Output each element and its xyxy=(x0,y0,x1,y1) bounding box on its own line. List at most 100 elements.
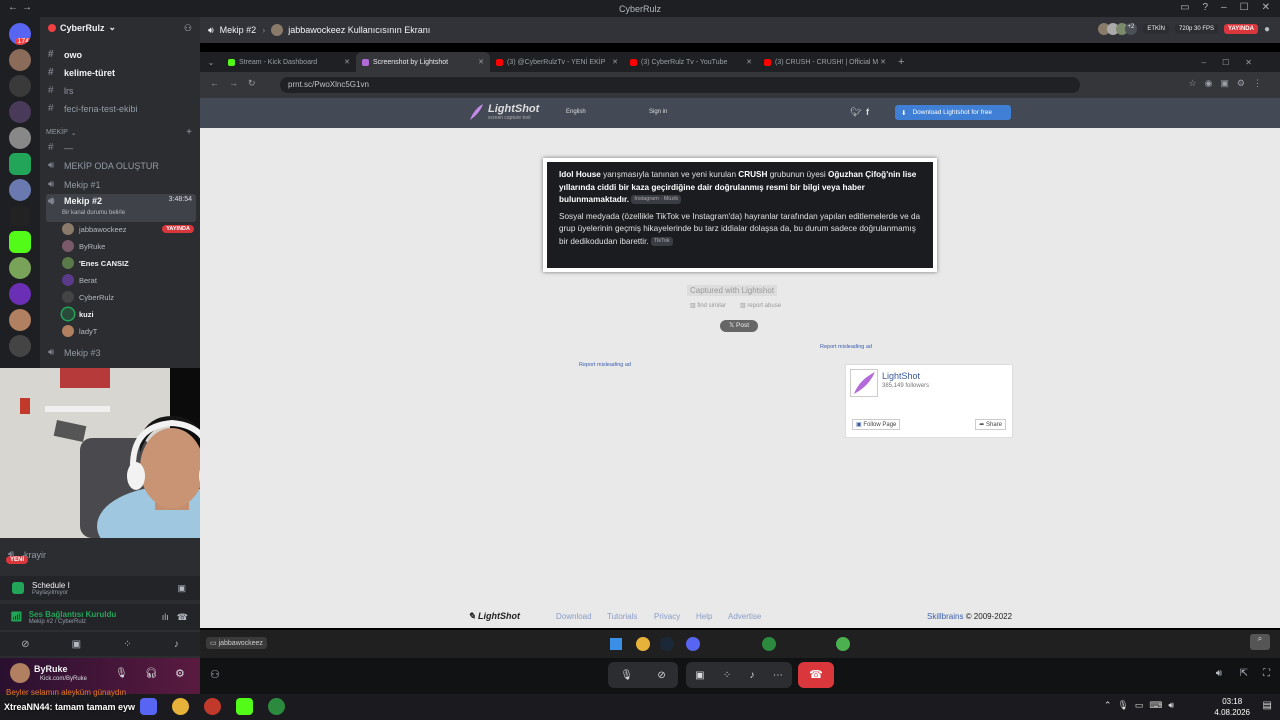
tab-youtube[interactable]: (3) CRUSH - CRUSH! | Official M ✕ xyxy=(758,52,892,72)
maximize-icon[interactable]: ☐ xyxy=(1240,2,1249,13)
inbox-icon[interactable]: ▭ xyxy=(1180,2,1189,13)
server-icon[interactable] xyxy=(9,309,31,331)
clock[interactable]: 03:18 4.08.2026 xyxy=(1214,696,1250,718)
event-panel[interactable]: Schedule I Paylaşılmıyor ▣ xyxy=(0,576,200,600)
tray-icons[interactable]: ⌃🎙︎▭⌨🔊︎ xyxy=(1104,700,1180,711)
facebook-icon[interactable]: f xyxy=(866,107,869,117)
close-tab-icon[interactable]: ✕ xyxy=(478,58,484,66)
footer-link[interactable]: Help xyxy=(696,612,712,621)
server-icon[interactable] xyxy=(9,283,31,305)
voice-user[interactable]: 'Enes CANSIZ xyxy=(62,255,194,271)
channel-krayir[interactable]: 🔊︎ krayir xyxy=(6,546,196,563)
voice-channel-mekip3[interactable]: 🔊︎ Mekip #3 xyxy=(46,344,196,361)
microphone-icon[interactable]: 🎙︎ xyxy=(620,670,633,681)
channel-owo[interactable]: # owo xyxy=(46,46,196,63)
voice-user[interactable]: CyberRulz xyxy=(62,289,194,305)
fullscreen-icon[interactable]: ⛶ xyxy=(1263,668,1270,679)
soundboard-icon[interactable]: ılı xyxy=(162,612,169,622)
voice-channel-mekip1[interactable]: 🔊︎ Mekip #1 xyxy=(46,176,196,193)
close-tab-icon[interactable]: ✕ xyxy=(880,58,886,66)
fb-share-button[interactable]: ➦ Share xyxy=(975,419,1006,430)
chat-icon[interactable]: ● xyxy=(1264,24,1270,35)
voice-channel-mekip2[interactable]: 🔊︎ Mekip #2 3:48:54 Bir kanal durumu bel… xyxy=(46,194,196,222)
report-ad-link[interactable]: Report misleading ad xyxy=(579,362,631,368)
guild-header[interactable]: CyberRulz ⌄ xyxy=(48,22,116,33)
signal-icon[interactable]: 📶︎ xyxy=(10,612,23,623)
server-icon[interactable] xyxy=(9,179,31,201)
footer-link[interactable]: Download xyxy=(556,612,592,621)
find-similar-link[interactable]: ▥ find similar xyxy=(690,302,726,309)
tab-kick[interactable]: Stream - Kick Dashboard ✕ xyxy=(222,52,356,72)
voice-channel-create[interactable]: 🔊︎ MEKİP ODA OLUŞTUR xyxy=(46,157,196,174)
activities-icon[interactable]: ⁘ xyxy=(723,670,731,681)
fb-follow-button[interactable]: ▣ Follow Page xyxy=(852,419,901,430)
nav-arrows-icon[interactable]: ←→ xyxy=(8,2,36,13)
channel-feci-fena[interactable]: # feci-fena-test-ekibi xyxy=(46,100,196,117)
activities-icon[interactable]: ⁘ xyxy=(123,639,131,650)
footer-logo[interactable]: ✎ LightShot xyxy=(468,611,520,622)
channel-status[interactable]: Bir kanal durumu belirle xyxy=(62,210,125,216)
url-input[interactable]: prnt.sc/PwoXlnc5G1vn xyxy=(280,77,1080,93)
discord-home-icon[interactable]: 174 xyxy=(9,23,31,45)
server-icon[interactable] xyxy=(9,335,31,357)
screenshare-icon[interactable]: ▣ xyxy=(695,670,704,681)
twitter-icon[interactable]: 🐦︎ xyxy=(850,107,861,118)
popout-icon[interactable]: ⇱ xyxy=(1240,668,1248,679)
chrome-icon[interactable] xyxy=(172,698,189,715)
microphone-icon[interactable]: 🎙︎ xyxy=(115,668,128,679)
fb-page-name[interactable]: LightShot xyxy=(882,371,920,381)
voice-user[interactable]: ladyT xyxy=(62,323,194,339)
viewer-avatars[interactable]: +2 xyxy=(1097,23,1138,35)
soundboard-icon[interactable]: ♪ xyxy=(750,670,755,681)
report-ad-link[interactable]: Report misleading ad xyxy=(820,344,872,350)
server-icon[interactable] xyxy=(9,205,31,227)
app-icon[interactable] xyxy=(268,698,285,715)
tab-youtube[interactable]: (3) @CyberRulzTv - YENİ EKİP ✕ xyxy=(490,52,624,72)
server-icon[interactable] xyxy=(9,49,31,71)
screenshot-image[interactable]: Idol House yarışmasıyla tanınan ve yeni … xyxy=(543,158,937,272)
server-icon[interactable] xyxy=(9,257,31,279)
channel-kelime-turet[interactable]: # kelime-türet xyxy=(46,64,196,81)
kick-server-icon[interactable] xyxy=(9,231,31,253)
voice-user[interactable]: kuzi xyxy=(62,306,194,322)
screenshare-icon[interactable]: ▣ xyxy=(72,639,81,650)
nav-buttons[interactable]: ←→↻ xyxy=(210,78,266,89)
window-controls[interactable]: –☐✕ xyxy=(1202,58,1268,67)
tab-youtube[interactable]: (3) CyberRulz Tv - YouTube ✕ xyxy=(624,52,758,72)
volume-icon[interactable]: 🔊︎ xyxy=(1216,668,1222,679)
tab-search-icon[interactable]: ⌄ xyxy=(200,58,222,67)
extension-icons[interactable]: ☆◉▣⚙⋮ xyxy=(1189,78,1271,89)
disconnect-button[interactable]: ☎ xyxy=(798,662,834,688)
avatar[interactable] xyxy=(10,663,30,683)
lightshot-page-avatar[interactable] xyxy=(850,369,878,397)
voice-user[interactable]: Berat xyxy=(62,272,194,288)
server-icon[interactable] xyxy=(9,127,31,149)
soundboard-icon[interactable]: ♪ xyxy=(174,639,179,650)
add-member-icon[interactable]: ⚇ xyxy=(184,23,192,34)
headphones-icon[interactable]: 🎧︎ xyxy=(145,668,158,679)
discord-icon[interactable] xyxy=(140,698,157,715)
obs-icon[interactable] xyxy=(204,698,221,715)
lightshot-logo[interactable]: LightShot screen capture tool xyxy=(468,103,539,121)
settings-gear-icon[interactable]: ⚙ xyxy=(175,667,185,680)
close-tab-icon[interactable]: ✕ xyxy=(344,58,350,66)
help-icon[interactable]: ? xyxy=(1203,2,1209,13)
language-select[interactable]: English xyxy=(566,109,586,115)
footer-link[interactable]: Privacy xyxy=(654,612,680,621)
sign-in-link[interactable]: Sign in xyxy=(649,109,667,115)
tab-lightshot[interactable]: Screenshot by Lightshot ✕ xyxy=(356,52,490,72)
camera-off-icon[interactable]: ⊘ xyxy=(21,639,29,650)
stream-icon[interactable]: ▣ xyxy=(177,583,186,594)
disconnect-icon[interactable]: ☎ xyxy=(177,612,188,623)
kick-icon[interactable] xyxy=(236,698,253,715)
new-tab-icon[interactable]: + xyxy=(898,56,904,68)
minimize-icon[interactable]: – xyxy=(1221,2,1227,13)
post-button[interactable]: 𝕏 Post xyxy=(720,320,758,332)
notifications-icon[interactable]: ▤ xyxy=(1263,700,1272,711)
zoom-icon[interactable]: ⌕ xyxy=(1250,634,1270,650)
add-channel-icon[interactable]: + xyxy=(186,127,192,138)
close-tab-icon[interactable]: ✕ xyxy=(746,58,752,66)
footer-link[interactable]: Advertise xyxy=(728,612,761,621)
close-tab-icon[interactable]: ✕ xyxy=(612,58,618,66)
activity-launcher-icon[interactable]: ⚇ xyxy=(210,668,220,681)
